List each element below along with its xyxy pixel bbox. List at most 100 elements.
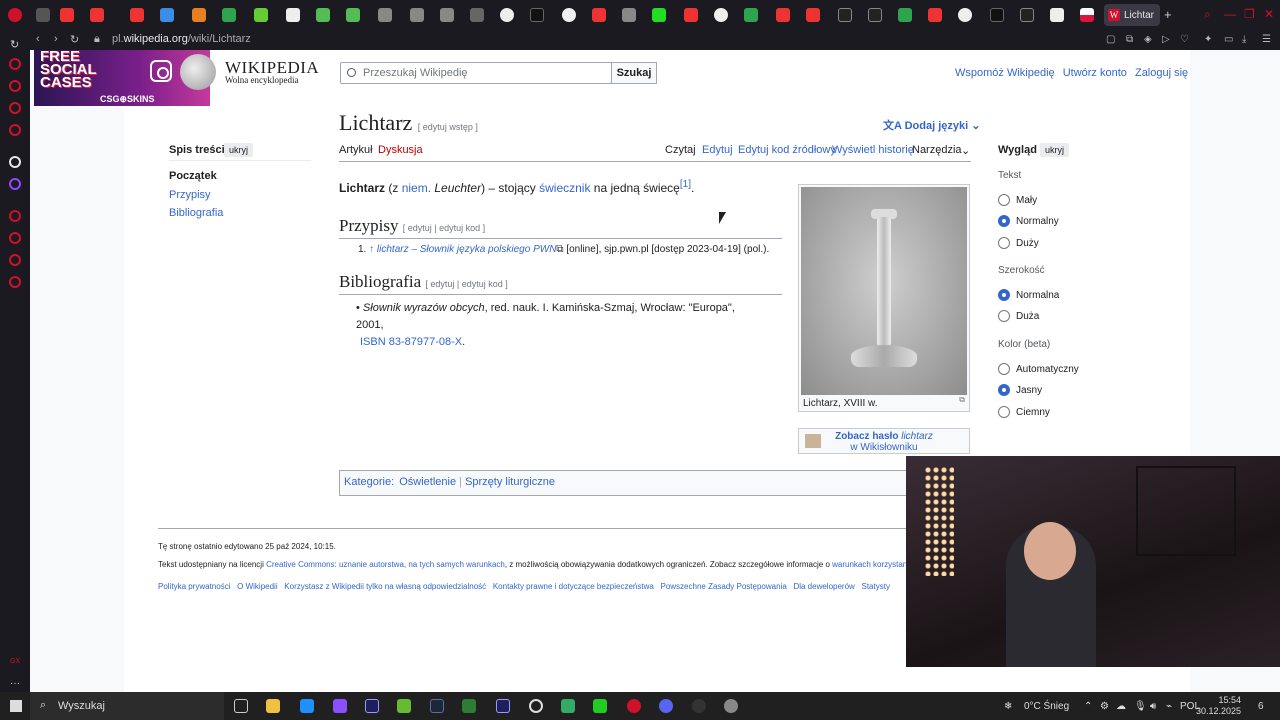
edit-intro-link[interactable]: [ edytuj wstęp ] (418, 122, 478, 132)
file-explorer-icon[interactable] (266, 699, 280, 713)
tab-x-icon[interactable] (1020, 8, 1034, 22)
ref-link[interactable]: lichtarz – Słownik języka polskiego PWN (377, 244, 557, 255)
menu-icon[interactable]: ☰ (1262, 34, 1271, 45)
new-tab-icon[interactable]: + (1164, 7, 1172, 22)
tab-discussion[interactable]: Dyskusja (378, 144, 423, 156)
tab-x-icon[interactable] (838, 8, 852, 22)
wiktionary-box[interactable]: Zobacz hasło lichtarz w Wikisłowniku (798, 428, 970, 454)
app-icon[interactable] (692, 699, 706, 713)
notification-badge[interactable]: 6 (1258, 701, 1264, 712)
windows-start-icon[interactable] (10, 700, 22, 712)
tab-x-icon[interactable] (868, 8, 882, 22)
isbn-link[interactable]: ISBN 83-87977-08-X (360, 336, 462, 348)
shopping-icon[interactable] (9, 80, 21, 92)
radio-color-light[interactable]: Jasny (998, 384, 1042, 396)
aria-icon[interactable] (9, 58, 21, 70)
candlestick-image[interactable] (801, 187, 967, 395)
footer-link[interactable]: Kontakty prawne i dotyczące bezpieczeńst… (493, 582, 654, 591)
tray-expand-icon[interactable]: ⌃ (1084, 701, 1092, 712)
screenshot-icon[interactable]: ⧉ (1126, 34, 1133, 45)
radio-width-normal[interactable]: Normalna (998, 289, 1059, 301)
tab-icon[interactable] (440, 8, 454, 22)
radio-color-auto[interactable]: Automatyczny (998, 363, 1079, 375)
tab-article[interactable]: Artykuł (339, 144, 373, 156)
microphone-icon[interactable]: 🎙︎ (1134, 701, 1147, 712)
gx-icon[interactable]: GX (10, 658, 20, 665)
app-icon[interactable] (593, 699, 607, 713)
tab-icon[interactable] (744, 8, 758, 22)
tab-youtube-icon[interactable] (928, 8, 942, 22)
app-icon[interactable] (300, 699, 314, 713)
footer-link[interactable]: O Wikipedii (237, 582, 277, 591)
tab-icon[interactable] (222, 8, 236, 22)
search-input[interactable]: Przeszukaj Wikipedię (340, 62, 612, 84)
tab-icon[interactable] (36, 8, 50, 22)
taskbar-search[interactable]: ⌕ Wyszukaj (30, 692, 224, 720)
radio-color-dark[interactable]: Ciemny (998, 406, 1050, 418)
tab-icon[interactable] (410, 8, 424, 22)
bookmark-icon[interactable]: ▢ (1106, 34, 1115, 45)
wallet-icon[interactable]: ▭ (1224, 34, 1233, 45)
tab-google-icon[interactable] (500, 8, 514, 22)
tab-icon[interactable] (346, 8, 360, 22)
tab-icon[interactable] (254, 8, 268, 22)
more-icon[interactable]: ··· (10, 678, 20, 689)
active-tab[interactable]: W Lichtar (1104, 4, 1160, 26)
search-tabs-icon[interactable]: ⌕ (1204, 7, 1211, 22)
tab-edit-source[interactable]: Edytuj kod źródłowy (738, 144, 836, 156)
tab-youtube-icon[interactable] (90, 8, 104, 22)
reload-icon[interactable]: ↻ (70, 33, 79, 46)
weather-text[interactable]: 0°C Śnieg (1024, 701, 1069, 712)
tabs-icon[interactable] (9, 254, 21, 266)
tab-icon[interactable] (898, 8, 912, 22)
tab-youtube-icon[interactable] (684, 8, 698, 22)
footer-link[interactable]: Statysty (862, 582, 890, 591)
create-account-link[interactable]: Utwórz konto (1063, 67, 1127, 79)
reference-link[interactable]: [1] (680, 179, 691, 190)
radio-text-normal[interactable]: Normalny (998, 215, 1059, 227)
login-link[interactable]: Zaloguj się (1135, 67, 1188, 79)
footer-link[interactable]: Polityka prywatności (158, 582, 230, 591)
footer-link[interactable]: Korzystasz z Wikipedii tylko na własną o… (284, 582, 486, 591)
tab-history[interactable]: Wyświetl historię (832, 144, 914, 156)
app-icon[interactable] (462, 699, 476, 713)
tab-wikipedia-icon[interactable] (1050, 8, 1064, 22)
app-icon[interactable] (724, 699, 738, 713)
toc-hide-button[interactable]: ukryj (224, 143, 254, 157)
maximize-icon[interactable]: ❐ (1244, 7, 1255, 21)
extensions-icon[interactable]: ✦ (1204, 34, 1212, 45)
wiktionary-word[interactable]: lichtarz (901, 431, 933, 442)
play-icon[interactable]: ▷ (1162, 34, 1170, 45)
categories-label[interactable]: Kategorie: (344, 476, 394, 488)
add-languages-button[interactable]: 文A Dodaj języki ⌄ (883, 117, 980, 133)
tab-edit[interactable]: Edytuj (702, 144, 733, 156)
obs-icon[interactable] (529, 699, 543, 713)
clock[interactable]: 15:54 30.12.2025 (1196, 695, 1241, 717)
toc-item-refs[interactable]: Przypisy (169, 189, 211, 201)
wikipedia-globe-logo[interactable] (180, 54, 216, 90)
tab-icon[interactable] (286, 8, 300, 22)
app-icon[interactable] (561, 699, 575, 713)
tab-google-icon[interactable] (562, 8, 576, 22)
close-icon[interactable]: ✕ (1264, 7, 1274, 21)
tab-youtube-icon[interactable] (806, 8, 820, 22)
tab-youtube-icon[interactable] (60, 8, 74, 22)
lead-link[interactable]: niem. (402, 181, 431, 195)
license-link[interactable]: Creative Commons: uznanie autorstwa, na … (266, 560, 505, 569)
tray-icon[interactable]: ⚙ (1100, 701, 1109, 712)
tab-youtube-icon[interactable] (130, 8, 144, 22)
app-icon[interactable] (333, 699, 347, 713)
tab-tools[interactable]: Narzędzia (912, 144, 962, 156)
search-button[interactable]: Szukaj (611, 62, 657, 84)
tab-tiktok-icon[interactable] (990, 8, 1004, 22)
chevron-down-icon[interactable]: ⌄ (961, 144, 970, 157)
settings-icon[interactable] (9, 276, 21, 288)
network-icon[interactable]: ⌁ (1166, 701, 1172, 712)
messenger-icon[interactable] (9, 102, 21, 114)
terms-link[interactable]: warunkach korzystan (832, 560, 907, 569)
twitch-icon[interactable] (9, 178, 21, 190)
ref-backlink[interactable]: ↑ (369, 244, 374, 255)
tab-read[interactable]: Czytaj (665, 144, 696, 156)
minimize-icon[interactable]: — (1224, 7, 1236, 21)
tab-icon[interactable] (316, 8, 330, 22)
